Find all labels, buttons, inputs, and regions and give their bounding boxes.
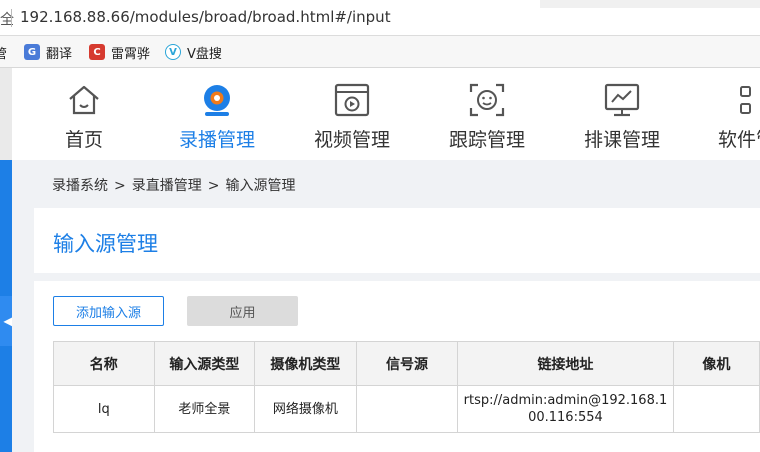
link-address-text: rtsp://admin:admin@192.168.100.116:554 <box>463 393 668 425</box>
column-header-signal-source: 信号源 <box>355 341 459 386</box>
column-header-camera: 像机 <box>672 341 760 386</box>
nav-item-software[interactable]: 软件管 <box>718 68 760 160</box>
bookmark-item[interactable]: V V盘搜 <box>165 42 222 62</box>
page-title: 输入源管理 <box>53 232 158 256</box>
cell-camera <box>672 385 760 433</box>
csdn-icon: C <box>89 44 105 60</box>
bookmark-label: 管 <box>0 46 8 62</box>
breadcrumb-separator: > <box>114 178 126 194</box>
breadcrumb: 录播系统 > 录直播管理 > 输入源管理 <box>52 175 295 195</box>
bookmark-item[interactable]: C 雷霄骅 <box>89 42 150 62</box>
input-source-table: 名称 输入源类型 摄像机类型 信号源 链接地址 像机 lq 老师全景 网络摄像机 <box>53 341 760 433</box>
column-header-camera-type: 摄像机类型 <box>254 341 357 386</box>
table-header-row: 名称 输入源类型 摄像机类型 信号源 链接地址 像机 <box>53 341 760 386</box>
monitor-chart-icon <box>604 83 640 117</box>
nav-label: 视频管理 <box>313 129 390 151</box>
url-text[interactable]: 192.168.88.66/modules/broad/broad.html#/… <box>20 8 391 26</box>
nav-item-schedule[interactable]: 排课管理 <box>583 68 661 160</box>
bookmark-label: 雷霄骅 <box>111 46 151 62</box>
video-window-icon <box>334 83 370 117</box>
breadcrumb-item[interactable]: 录直播管理 <box>132 178 202 194</box>
nav-item-home[interactable]: 首页 <box>60 68 108 160</box>
column-header-name: 名称 <box>53 341 155 386</box>
cell-signal-source <box>355 385 459 433</box>
bookmark-label: V盘搜 <box>187 46 222 62</box>
table-row[interactable]: lq 老师全景 网络摄像机 rtsp://admin:admin@192.168… <box>53 385 760 433</box>
nav-label: 跟踪管理 <box>448 129 525 151</box>
home-icon <box>69 85 99 115</box>
cell-source-type: 老师全景 <box>153 385 256 433</box>
webcam-icon <box>204 85 230 116</box>
v-icon: V <box>165 44 181 60</box>
content-area: 录播系统 > 录直播管理 > 输入源管理 输入源管理 添加输入源 应用 名称 输入源类型… <box>12 160 760 452</box>
url-separator <box>11 9 12 27</box>
address-bar[interactable]: 全 192.168.88.66/modules/broad/broad.html… <box>0 0 760 36</box>
apps-grid-icon <box>740 86 751 114</box>
nav-label: 录播管理 <box>178 129 255 151</box>
bookmark-label: 翻译 <box>46 46 73 62</box>
apply-button[interactable]: 应用 <box>187 296 298 326</box>
bookmark-item[interactable]: G 翻译 <box>24 42 72 62</box>
bookmarks-bar: 管 G 翻译 C 雷霄骅 V V盘搜 <box>0 36 760 68</box>
nav-item-recording[interactable]: 录播管理 <box>178 68 256 160</box>
nav-label: 软件管 <box>718 129 760 151</box>
tab-strip <box>540 0 760 8</box>
top-nav: 首页 录播管理 视频管理 跟踪管理 排课管理 软件 <box>12 68 760 160</box>
translate-icon: G <box>24 44 40 60</box>
app-page: 全 192.168.88.66/modules/broad/broad.html… <box>0 0 760 452</box>
nav-item-tracking[interactable]: 跟踪管理 <box>448 68 526 160</box>
cell-link-address: rtsp://admin:admin@192.168.100.116:554 <box>457 385 674 433</box>
breadcrumb-item: 输入源管理 <box>225 178 296 194</box>
cell-name: lq <box>53 385 155 433</box>
table-panel: 添加输入源 应用 名称 输入源类型 摄像机类型 信号源 链接地址 像机 lq 老… <box>34 281 760 452</box>
column-header-link-address: 链接地址 <box>457 341 674 386</box>
sidebar-top <box>0 68 12 160</box>
nav-item-video[interactable]: 视频管理 <box>313 68 391 160</box>
add-input-source-button[interactable]: 添加输入源 <box>53 296 164 326</box>
breadcrumb-separator: > <box>207 178 220 194</box>
nav-label: 首页 <box>64 129 103 151</box>
face-tracking-icon <box>469 83 505 117</box>
nav-label: 排课管理 <box>583 129 660 151</box>
bookmark-item[interactable]: 管 <box>0 42 7 62</box>
cell-camera-type: 网络摄像机 <box>254 385 357 433</box>
column-header-source-type: 输入源类型 <box>153 341 256 386</box>
title-panel: 输入源管理 <box>34 208 760 273</box>
breadcrumb-item[interactable]: 录播系统 <box>52 178 108 194</box>
